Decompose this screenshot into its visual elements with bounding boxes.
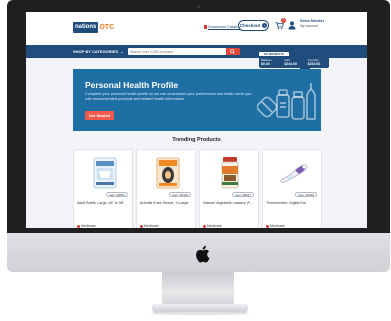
product-plan: Medicare [140,224,159,228]
product-card[interactable]: Item: #8648 Thermometer, Digital Ear Med… [262,149,322,228]
hero-body: Complete your personal health profile so… [85,92,252,101]
screen: nations OTC Download Catalog Checkout › … [26,12,367,228]
logo-otc-text: OTC [99,24,115,31]
download-catalog-link[interactable]: Download Catalog [204,24,241,29]
plan-dot-icon [77,224,80,228]
plan-label: Medicare [144,224,159,228]
get-started-button[interactable]: Get Started [85,111,114,120]
shop-by-categories-menu[interactable]: SHOP BY CATEGORIES ⌄ [73,49,123,54]
search-icon [230,49,235,54]
product-name: Adult Briefs, Large, 48" to 58" [77,201,125,205]
cart-count-badge: 0 [281,18,286,23]
product-name: Arthritis Knee Sleeve, X-Large [140,201,189,205]
monitor-stand-neck [162,272,234,306]
product-image-thermometer [280,164,308,183]
stand-shadow [150,312,250,315]
item-number-badge: Item: #8429 [169,192,191,197]
item-number-badge: Item: #8854 [106,192,128,197]
user-icon[interactable] [288,21,296,30]
benefit-cart: Cart $244.00 [282,56,305,68]
product-image-knee-sleeve [156,157,180,189]
trending-products-title: Trending Products [172,137,221,143]
member-account[interactable]: Demo Member My Account [300,19,340,29]
benefit-you-pay: You Pay $233.00 [306,56,329,68]
nations-otc-logo[interactable]: nations OTC [73,22,114,33]
benefits-panel[interactable]: Balance $0.00 Cart $244.00 You Pay $233.… [259,56,329,68]
camera-dot [197,5,200,8]
product-plan: Medicare [77,224,96,228]
checkout-button[interactable]: Checkout › [238,20,269,31]
categories-label: SHOP BY CATEGORIES [73,49,119,54]
arrow-right-icon: › [262,23,268,28]
product-image-laxative [221,157,239,189]
product-name: Thermometer, Digital Ear [266,201,306,205]
benefit-balance: Balance $0.00 [259,56,282,68]
health-products-illustration [257,83,316,120]
plan-label: Medicare [207,224,222,228]
product-plan: Medicare [266,224,285,228]
search-button[interactable] [226,48,240,55]
item-number-badge: Item: #8637 [232,192,254,197]
benefit-amount: $244.00 [284,62,297,66]
plan-dot-icon [266,224,269,228]
member-subtitle: My Account [300,24,319,28]
plan-label: Medicare [270,224,285,228]
stage: nations OTC Download Catalog Checkout › … [0,0,391,321]
product-card[interactable]: Item: #8854 Adult Briefs, Large, 48" to … [73,149,133,228]
product-card[interactable]: Item: #8637 Natural Vegetable Laxative (… [199,149,259,228]
item-number-badge: Item: #8648 [295,192,317,197]
plan-dot-icon [140,224,143,228]
product-card[interactable]: Item: #8429 Arthritis Knee Sleeve, X-Lar… [136,149,196,228]
logo-box-text: nations [73,22,99,33]
search-input[interactable] [128,48,227,55]
hero-title: Personal Health Profile [85,80,179,90]
pdf-icon [204,24,207,29]
product-image-adult-briefs [93,157,117,189]
chevron-down-icon: ⌄ [120,49,124,54]
apple-logo [196,245,210,263]
download-catalog-label: Download Catalog [208,24,241,29]
top-header: nations OTC Download Catalog Checkout › … [26,12,367,45]
product-name: Natural Vegetable Laxative (F... [203,201,253,205]
product-plan: Medicare [203,224,222,228]
health-profile-banner: Personal Health Profile Complete your pe… [73,69,321,131]
trending-products-list: Item: #8854 Adult Briefs, Large, 48" to … [73,149,322,228]
plan-dot-icon [203,224,206,228]
benefit-amount: $233.00 [307,62,321,66]
plan-label: Medicare [81,224,96,228]
benefit-amount: $0.00 [261,62,270,66]
checkout-label: Checkout [239,23,261,28]
